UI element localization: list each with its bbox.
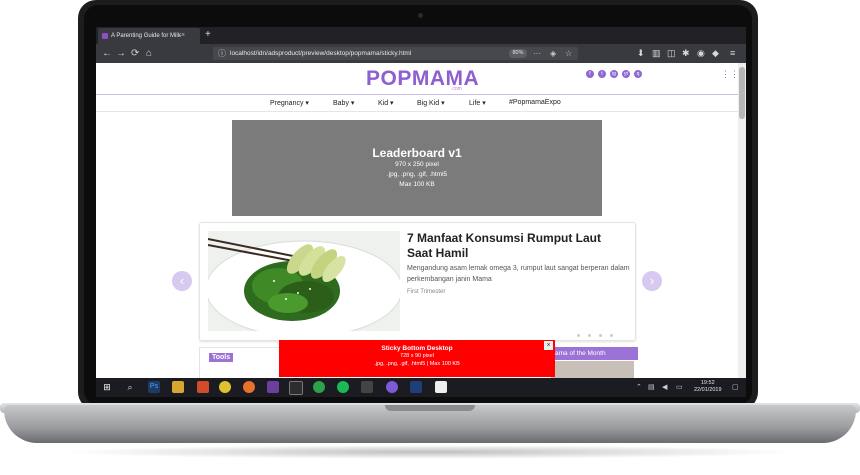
app-icon-5[interactable] [410, 381, 422, 393]
browser-tab[interactable]: A Parenting Guide for Millennial Mamas× [98, 28, 200, 44]
more-actions-icon[interactable]: ··· [533, 48, 541, 59]
grid-menu-icon[interactable]: ⋮⋮ [721, 69, 739, 80]
battery-icon[interactable]: ▭ [676, 383, 683, 391]
mama-of-month-header: ama of the Month [551, 347, 638, 360]
slack-icon[interactable] [267, 381, 279, 393]
sticky-ad-size: 728 x 90 pixel [400, 353, 434, 359]
sticky-ad-title: Sticky Bottom Desktop [381, 345, 453, 352]
leaderboard-max: Max 100 KB [399, 181, 435, 188]
volume-icon[interactable]: ◀ [662, 383, 667, 391]
nav-popmama-expo[interactable]: #PopmamaExpo [509, 99, 561, 106]
seaweed-salad-image [208, 231, 400, 331]
carousel-dots [577, 324, 627, 337]
site-logo[interactable]: POPMAMA [366, 67, 479, 91]
new-tab-button[interactable]: + [205, 29, 211, 41]
windows-start-icon[interactable]: ⊞ [101, 381, 113, 393]
leaderboard-size: 970 x 250 pixel [395, 161, 439, 168]
sticky-bottom-ad[interactable]: Sticky Bottom Desktop 728 x 90 pixel .jp… [279, 340, 555, 377]
article-category[interactable]: First Trimester [407, 289, 445, 295]
address-bar[interactable]: ⓘ localhost/idn/adsproduct/preview/deskt… [213, 47, 578, 60]
nav-divider [96, 111, 738, 112]
extension-badge-icon[interactable]: ◆ [712, 48, 719, 59]
nav-kid[interactable]: Kid ▾ [378, 99, 394, 107]
info-icon[interactable]: ⓘ [218, 48, 226, 59]
laptop-notch [385, 405, 475, 411]
favicon-icon [102, 33, 108, 39]
reload-button[interactable]: ⟳ [131, 47, 139, 60]
chrome-icon[interactable] [219, 381, 231, 393]
nav-big-kid[interactable]: Big Kid ▾ [417, 99, 445, 107]
search-taskbar-icon[interactable]: ⌕ [124, 381, 136, 393]
laptop-shadow [60, 445, 800, 459]
taskbar-clock[interactable]: 19:52 22/01/2019 [694, 380, 722, 394]
leaderboard-title: Leaderboard v1 [372, 146, 462, 160]
carousel-prev-button[interactable]: ‹ [172, 271, 192, 291]
article-image[interactable] [208, 231, 400, 331]
search-icon[interactable]: q [634, 70, 642, 78]
firefox-icon[interactable] [243, 381, 255, 393]
article-title[interactable]: 7 Manfaat Konsumsi Rumput Laut Saat Hami… [407, 231, 617, 261]
screen: A Parenting Guide for Millennial Mamas× … [96, 27, 746, 397]
tab-title: A Parenting Guide for Millennial Mamas [111, 33, 181, 39]
mama-of-month-image[interactable] [551, 361, 634, 378]
tools-label: Tools [209, 353, 234, 362]
header-divider [96, 94, 738, 95]
nav-life[interactable]: Life ▾ [469, 99, 486, 107]
bookmark-star-icon[interactable]: ☆ [565, 48, 572, 59]
carousel-dot[interactable] [588, 334, 591, 337]
addon-icon[interactable]: ◉ [697, 48, 705, 59]
article-description: Mengandung asam lemak omega 3, rumput la… [407, 265, 630, 283]
site-logo-sub: .com [451, 86, 462, 92]
windows-taskbar: ⊞ ⌕ Ps ⌃ ▤ ◀ ▭ 19:52 22/01/2019 ▢ [96, 378, 746, 397]
pocket-icon[interactable]: ◈ [550, 48, 556, 59]
browser-nav-bar: ← → ⟳ ⌂ ⓘ localhost/idn/adsproduct/previ… [96, 44, 746, 63]
extension-icon[interactable]: ✱ [682, 48, 690, 59]
instagram-icon[interactable]: ig [610, 70, 618, 78]
scrollbar-thumb[interactable] [739, 67, 745, 119]
page-scrollbar[interactable] [738, 63, 746, 378]
carousel-next-button[interactable]: › [642, 271, 662, 291]
library-icon[interactable]: ▥ [652, 48, 661, 59]
nav-baby[interactable]: Baby ▾ [333, 99, 354, 107]
tools-widget [199, 347, 281, 378]
carousel-dot[interactable] [577, 334, 580, 337]
app-icon-6[interactable] [435, 381, 447, 393]
download-icon[interactable]: ⬇ [637, 48, 645, 59]
app-icon-2[interactable] [289, 381, 303, 395]
app-icon-3[interactable] [361, 381, 373, 393]
tab-close-icon[interactable]: × [181, 28, 185, 44]
notification-icon[interactable]: ▢ [732, 383, 739, 391]
sticky-ad-close-button[interactable]: × [544, 341, 553, 350]
clock-date: 22/01/2019 [694, 387, 722, 393]
photoshop-icon[interactable]: Ps [148, 381, 160, 393]
leaderboard-ad[interactable]: Leaderboard v1 970 x 250 pixel .jpg, .pn… [232, 120, 602, 216]
featured-article-card[interactable]: 7 Manfaat Konsumsi Rumput Laut Saat Hami… [199, 222, 636, 341]
home-button[interactable]: ⌂ [146, 47, 152, 60]
url-text: localhost/idn/adsproduct/preview/desktop… [230, 50, 412, 57]
tray-overflow-icon[interactable]: ⌃ [636, 383, 642, 391]
spotify-icon[interactable] [337, 381, 349, 393]
app-icon[interactable] [197, 381, 209, 393]
whatsapp-icon[interactable] [313, 381, 325, 393]
carousel-dot[interactable] [599, 334, 602, 337]
clock-time: 19:52 [700, 380, 715, 386]
app-icon-4[interactable] [386, 381, 398, 393]
menu-icon[interactable]: ≡ [730, 48, 735, 59]
network-icon[interactable]: ▤ [648, 383, 655, 391]
youtube-icon[interactable]: yt [622, 70, 630, 78]
sidebar-icon[interactable]: ◫ [667, 48, 676, 59]
sticky-ad-formats: .jpg, .png, .gif, .html5 | Max 100 KB [374, 361, 460, 367]
web-page: POPMAMA .com f t ig yt q ⋮⋮ Pregnancy ▾ … [96, 63, 746, 378]
leaderboard-formats: .jpg, .png, .gif, .html5 [386, 171, 448, 178]
facebook-icon[interactable]: f [586, 70, 594, 78]
zoom-indicator[interactable]: 80% [509, 49, 527, 58]
file-explorer-icon[interactable] [172, 381, 184, 393]
back-button[interactable]: ← [102, 47, 112, 60]
carousel-dot[interactable] [610, 334, 613, 337]
camera-icon [418, 13, 423, 18]
forward-button[interactable]: → [116, 47, 126, 60]
twitter-icon[interactable]: t [598, 70, 606, 78]
nav-pregnancy[interactable]: Pregnancy ▾ [270, 99, 309, 107]
browser-tab-bar: A Parenting Guide for Millennial Mamas× … [96, 27, 746, 44]
